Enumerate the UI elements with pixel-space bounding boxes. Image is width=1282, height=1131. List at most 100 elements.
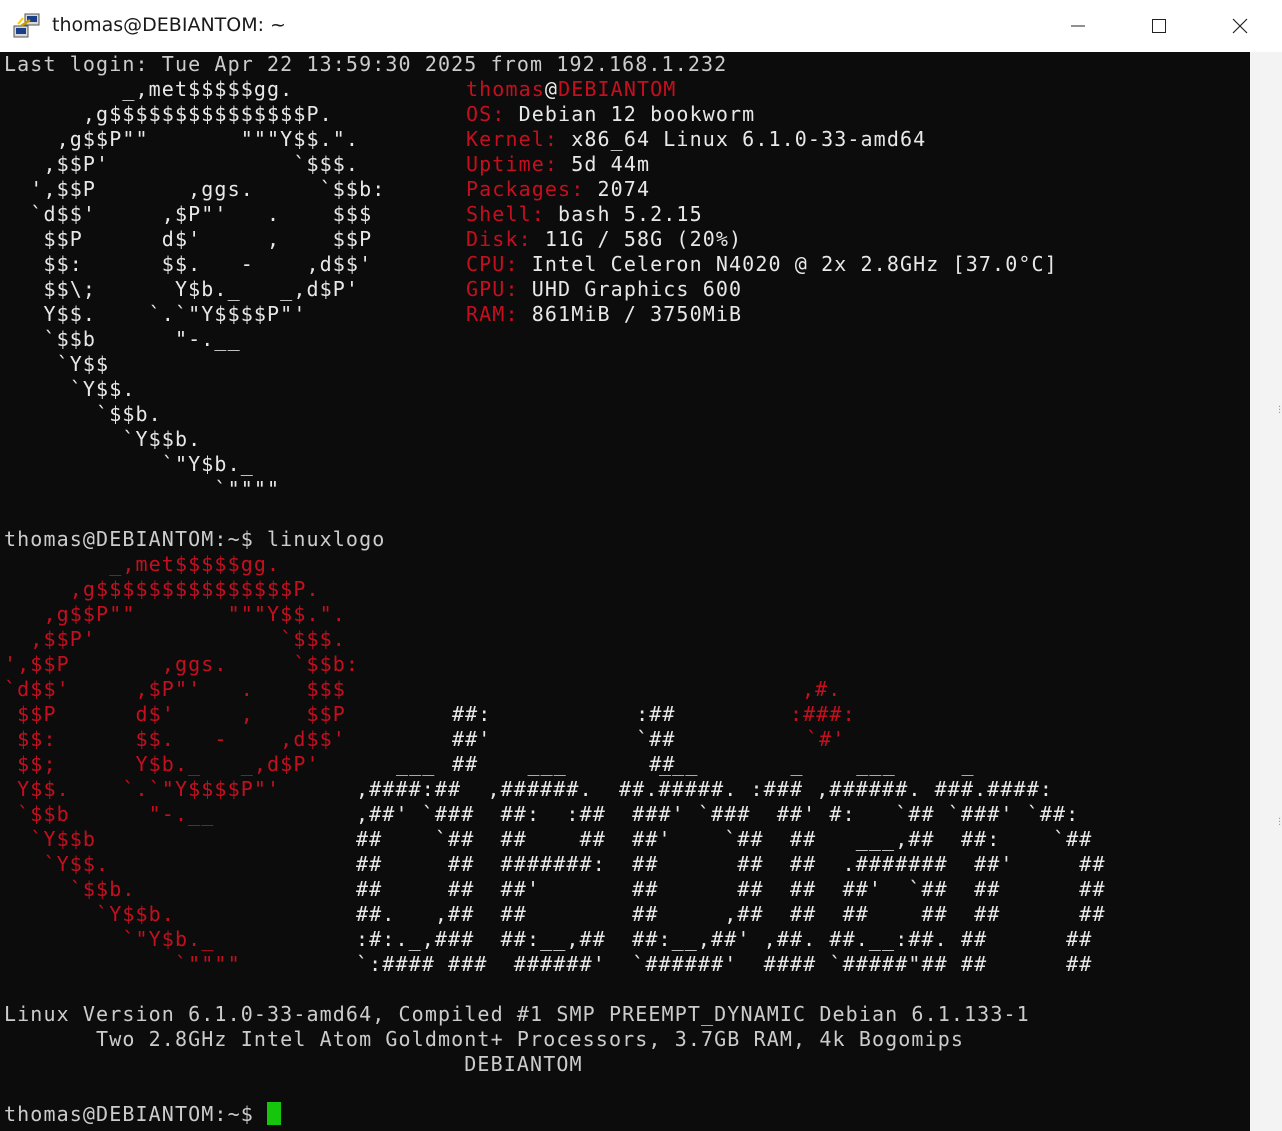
sysinfo-value: Intel Celeron N4020 @ 2x 2.8GHz [37.0°C]	[518, 252, 1058, 276]
maximize-icon	[1152, 19, 1166, 33]
command-line: thomas@DEBIANTOM:~$ linuxlogo	[4, 527, 386, 551]
sysinfo-value: 2074	[584, 177, 651, 201]
neofetch-user-host: thomas@DEBIANTOM	[466, 77, 676, 102]
linuxlogo-swirl-line: $$P d$' , $$P	[4, 702, 346, 726]
last-login-line: Last login: Tue Apr 22 13:59:30 2025 fro…	[4, 52, 728, 76]
final-prompt-line[interactable]: thomas@DEBIANTOM:~$	[4, 1102, 282, 1127]
close-button[interactable]	[1200, 0, 1280, 52]
window-title: thomas@DEBIANTOM: ~	[52, 14, 286, 36]
debian-wordmark-line: ,##' `### ##: :## ###' `### ##' #: `## `…	[356, 802, 1080, 826]
linuxlogo-swirl-line: Y$$. `.`"Y$$$$P"'	[4, 777, 281, 801]
sysinfo-key: Uptime:	[466, 152, 559, 176]
debian-wordmark-line: ## ## #######: ## ## ## .####### ##' ##	[356, 852, 1106, 876]
linuxlogo-swirl-line: _,met$$$$$gg.	[4, 552, 281, 576]
minimize-button[interactable]	[1038, 0, 1118, 52]
putty-terminal-icon[interactable]	[12, 12, 42, 40]
debian-mark-line: `#'	[806, 727, 846, 751]
linuxlogo-swirl-line: `"Y$b._	[4, 927, 215, 951]
debian-wordmark-line: :#:._,### ##:__,## ##:__,##' ,##. ##.__:…	[356, 927, 1093, 951]
linuxlogo-swirl-line: `Y$$.	[4, 852, 110, 876]
debian-wordmark-line: ##: :##	[452, 702, 676, 726]
sysinfo-value: bash 5.2.15	[544, 202, 703, 226]
window-right-edge	[1250, 52, 1282, 1131]
sysinfo-key: Kernel:	[466, 127, 559, 151]
minimize-icon	[1071, 25, 1085, 27]
sysinfo-value: x86_64 Linux 6.1.0-33-amd64	[558, 127, 927, 151]
linuxlogo-swirl-line: $$; Y$b._ _,d$P'	[4, 752, 320, 776]
sysinfo-key: GPU:	[466, 277, 519, 301]
cpu-line: Two 2.8GHz Intel Atom Goldmont+ Processo…	[4, 1027, 965, 1051]
sysinfo-row: Packages: 2074	[466, 177, 650, 202]
neofetch-logo-line: `Y$$	[4, 352, 110, 376]
sysinfo-value: 861MiB / 3750MiB	[518, 302, 743, 326]
linuxlogo-swirl-line: `$$b.	[4, 877, 136, 901]
neofetch-logo-line: `Y$$b.	[4, 427, 202, 451]
debian-wordmark-line: ##. ,## ## ## ,## ## ## ## ## ##	[356, 902, 1106, 926]
neofetch-logo-line: $$\; Y$b._ _,d$P'	[4, 277, 360, 301]
neofetch-logo-line: $$P d$' , $$P	[4, 227, 373, 251]
linuxlogo-swirl-line: ',$$P ,ggs. `$$b:	[4, 652, 360, 676]
sysinfo-key: CPU:	[466, 252, 519, 276]
sysinfo-value: UHD Graphics 600	[518, 277, 743, 301]
sysinfo-row: OS: Debian 12 bookworm	[466, 102, 755, 127]
neofetch-logo-line: `$$b "-.__	[4, 327, 241, 351]
linuxlogo-swirl-line: ,$$P' `$$$.	[4, 627, 346, 651]
sysinfo-key: Packages:	[466, 177, 585, 201]
close-icon	[1232, 18, 1248, 34]
neofetch-logo-line: ,g$$$$$$$$$$$$$$$P.	[4, 102, 333, 126]
neofetch-logo-line: $$: $$. - ,d$$'	[4, 252, 373, 276]
hostname-line: DEBIANTOM	[4, 1052, 583, 1076]
wordmark-underscores: ___ ___ ___ _ ___ _	[396, 752, 975, 776]
sysinfo-value: 11G / 58G (20%)	[531, 227, 743, 251]
linuxlogo-swirl-line: `Y$$b	[4, 827, 97, 851]
debian-wordmark-line: `:#### ### ######' `######' #### `#####"…	[356, 952, 1093, 976]
version-line: Linux Version 6.1.0-33-amd64, Compiled #…	[4, 1002, 1030, 1026]
linuxlogo-swirl-line: `""""	[4, 952, 241, 976]
resize-grip-upper[interactable]: · · ·	[1278, 403, 1281, 419]
final-prompt: thomas@DEBIANTOM:~$	[4, 1102, 268, 1126]
neofetch-logo-line: `d$$' ,$P"' . $$$	[4, 202, 373, 226]
debian-mark-line: :###:	[790, 702, 856, 726]
sysinfo-key: Shell:	[466, 202, 545, 226]
neofetch-logo-line: `"Y$b._	[4, 452, 254, 476]
terminal-cursor	[267, 1102, 282, 1125]
sysinfo-row: GPU: UHD Graphics 600	[466, 277, 742, 302]
neofetch-at: @	[544, 77, 559, 101]
sysinfo-key: RAM:	[466, 302, 519, 326]
neofetch-logo-line: Y$$. `.`"Y$$$$P"'	[4, 302, 307, 326]
linuxlogo-swirl-line: $$: $$. - ,d$$'	[4, 727, 346, 751]
neofetch-logo-line: `Y$$.	[4, 377, 136, 401]
neofetch-logo-line: `""""	[4, 477, 281, 501]
title-bar[interactable]: thomas@DEBIANTOM: ~	[0, 0, 1282, 52]
maximize-button[interactable]	[1119, 0, 1199, 52]
sysinfo-key: Disk:	[466, 227, 532, 251]
neofetch-logo-line: _,met$$$$$gg.	[4, 77, 294, 101]
debian-wordmark-line: ## `## ## ## ##' `## ## ___,## ##: `##	[356, 827, 1093, 851]
neofetch-logo-line: `$$b.	[4, 402, 162, 426]
sysinfo-value: 5d 44m	[558, 152, 651, 176]
linuxlogo-swirl-line: `$$b "-.__	[4, 802, 215, 826]
neofetch-user: thomas	[466, 77, 545, 101]
linuxlogo-swirl-line: `d$$' ,$P"' . $$$	[4, 677, 346, 701]
sysinfo-row: Kernel: x86_64 Linux 6.1.0-33-amd64	[466, 127, 926, 152]
debian-wordmark-line: ##' `##	[452, 727, 676, 751]
linuxlogo-swirl-line: ,g$$$$$$$$$$$$$$$P.	[4, 577, 320, 601]
sysinfo-row: Disk: 11G / 58G (20%)	[466, 227, 742, 252]
debian-mark-line: ,#.	[802, 677, 842, 701]
neofetch-host: DEBIANTOM	[558, 77, 677, 101]
resize-grip-lower[interactable]: · · ·	[1278, 815, 1281, 831]
sysinfo-row: CPU: Intel Celeron N4020 @ 2x 2.8GHz [37…	[466, 252, 1058, 277]
debian-wordmark-line: ## ## ##' ## ## ## ##' `## ## ##	[356, 877, 1106, 901]
linuxlogo-swirl-line: `Y$$b.	[4, 902, 175, 926]
linuxlogo-swirl-line: ,g$$P"" """Y$$.".	[4, 602, 346, 626]
debian-wordmark-line: ,####:## ,######. ##.#####. :### ,######…	[356, 777, 1054, 801]
sysinfo-row: Shell: bash 5.2.15	[466, 202, 703, 227]
neofetch-logo-line: ',$$P ,ggs. `$$b:	[4, 177, 386, 201]
sysinfo-value: Debian 12 bookworm	[505, 102, 756, 126]
neofetch-logo-line: ,g$$P"" """Y$$.".	[4, 127, 360, 151]
sysinfo-key: OS:	[466, 102, 506, 126]
terminal-screen[interactable]: Last login: Tue Apr 22 13:59:30 2025 fro…	[0, 52, 1250, 1131]
sysinfo-row: Uptime: 5d 44m	[466, 152, 650, 177]
sysinfo-row: RAM: 861MiB / 3750MiB	[466, 302, 742, 327]
neofetch-logo-line: ,$$P' `$$$.	[4, 152, 360, 176]
